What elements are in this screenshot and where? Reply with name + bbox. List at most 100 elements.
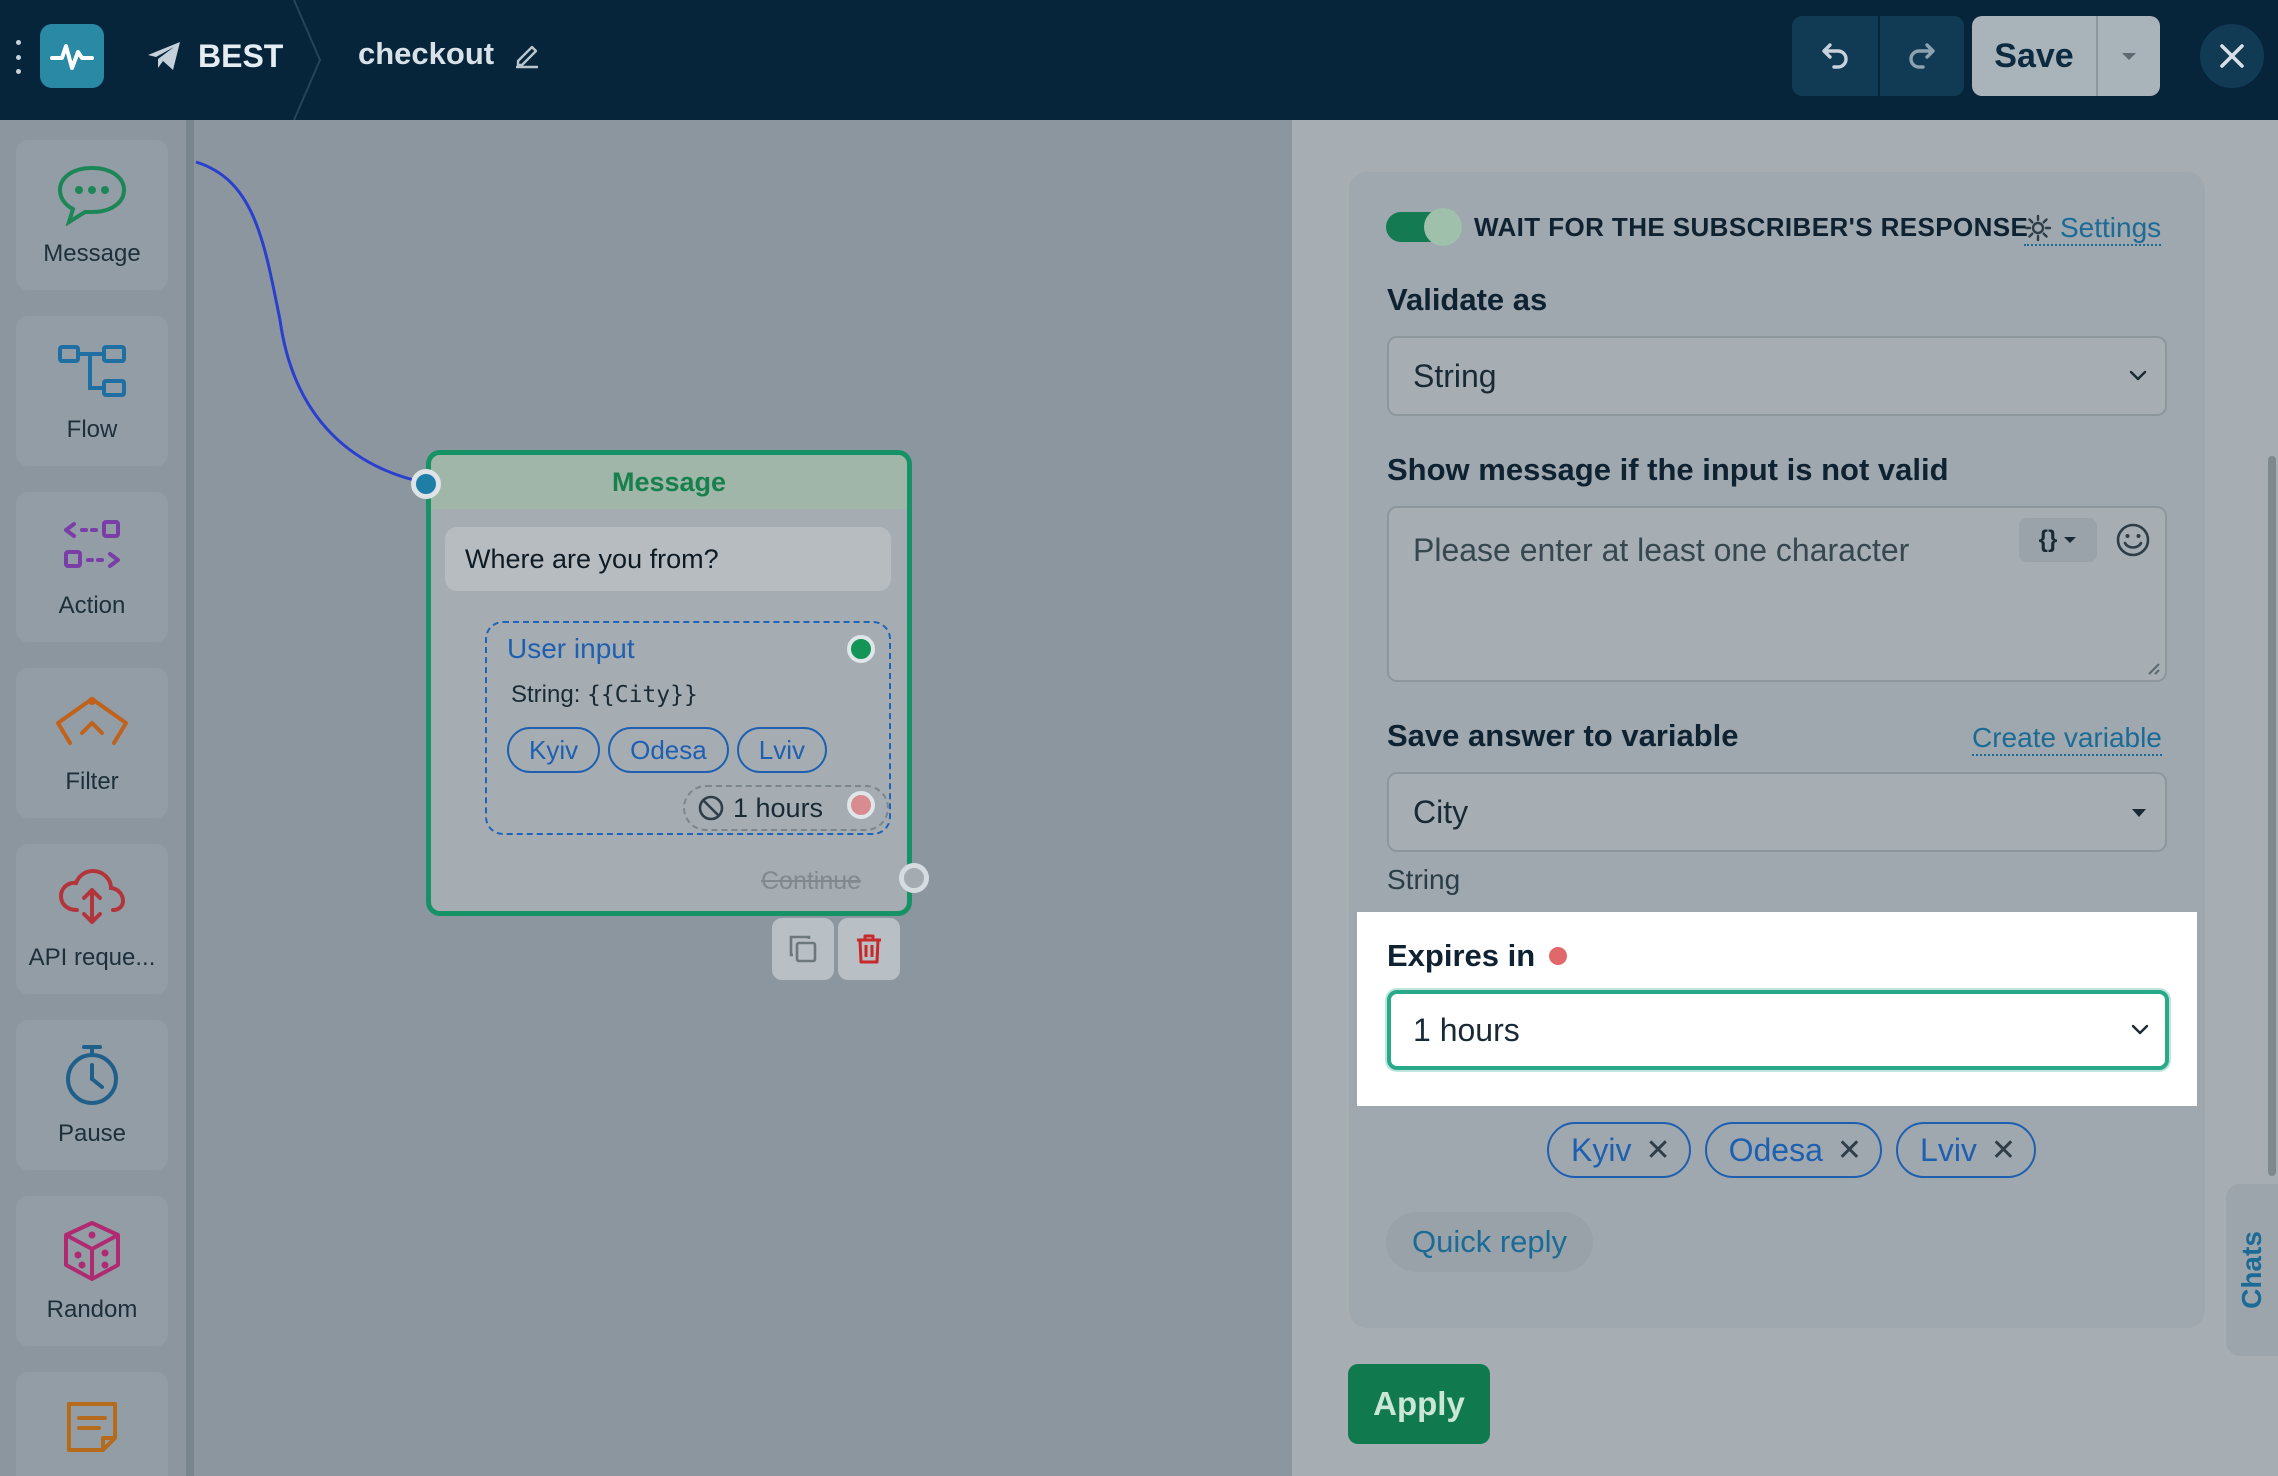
message-node[interactable]: Message Where are you from? User input S… [411,450,929,916]
node-chip-lviv[interactable]: Lviv [736,727,827,773]
save-button[interactable]: Save [1972,16,2096,96]
flow-name: checkout [358,36,495,71]
remove-chip-icon[interactable]: ✕ [1645,1133,1670,1168]
panel-scrollbar[interactable] [2268,456,2276,1176]
user-input-output-port[interactable] [847,635,875,663]
palette-item-label: Filter [65,768,119,795]
save-controls: Save [1972,16,2160,96]
palette-item-flow[interactable]: Flow [16,316,168,466]
duplicate-button[interactable] [772,918,834,980]
note-icon [52,1392,132,1462]
node-chip-odesa[interactable]: Odesa [608,727,729,773]
create-variable-link[interactable]: Create variable [1972,722,2162,756]
save-answer-label: Save answer to variable [1387,718,1739,753]
apply-button[interactable]: Apply [1348,1364,1490,1444]
chip-kyiv[interactable]: Kyiv ✕ [1547,1122,1691,1178]
close-button[interactable] [2200,24,2264,88]
expires-in-value: 1 hours [1413,1011,1520,1048]
resize-handle-icon[interactable] [2145,660,2161,676]
app-logo-icon[interactable] [40,24,104,88]
gear-icon [2024,214,2052,242]
cloud-api-icon [52,864,132,934]
palette-item-note[interactable] [16,1372,168,1476]
node-input-port[interactable] [411,469,441,499]
toggle-knob[interactable] [1424,208,1462,246]
flow-title[interactable]: checkout [358,32,542,76]
expires-in-select[interactable]: 1 hours [1387,990,2169,1070]
chats-tab-label: Chats [2236,1231,2268,1309]
quick-reply-chips: Kyiv ✕ Odesa ✕ Lviv ✕ [1547,1122,2037,1178]
expires-in-label-text: Expires in [1387,938,1536,973]
caret-down-icon [2064,537,2077,543]
flow-icon [52,336,132,406]
chip-lviv[interactable]: Lviv ✕ [1896,1122,2037,1178]
palette-item-message[interactable]: Message [16,140,168,290]
trash-icon [857,934,881,964]
remove-chip-icon[interactable]: ✕ [1991,1133,2016,1168]
insert-variable-label: {} [2038,526,2058,553]
redo-icon [1909,43,1935,69]
chip-odesa[interactable]: Odesa ✕ [1704,1122,1883,1178]
palette-scrollbar[interactable] [186,120,194,1476]
chats-tab[interactable]: Chats [2226,1184,2278,1356]
filter-icon [52,688,132,758]
delete-button[interactable] [838,918,900,980]
redo-button[interactable] [1878,16,1964,96]
palette-item-label: Pause [57,1120,127,1147]
validate-as-value: String [1413,357,1497,394]
settings-link-label: Settings [2060,212,2162,243]
undo-icon [1822,43,1848,69]
caret-down-icon [2132,809,2146,817]
invalid-message-label: Show message if the input is not valid [1387,452,1949,487]
chip-label: Odesa [1728,1131,1823,1168]
palette-item-label: Action [58,592,126,619]
message-text[interactable]: Where are you from? [445,527,891,591]
emoji-icon[interactable] [2115,522,2151,558]
palette-item-pause[interactable]: Pause [16,1020,168,1170]
user-input-variable: String: {{City}} [511,681,698,709]
palette-item-label: Flow [66,416,118,443]
dice-icon [52,1216,132,1286]
variable-type-hint: String [1387,864,1461,895]
user-input-block[interactable]: User input String: {{City}} Kyiv Odesa L… [485,621,891,835]
undo-button[interactable] [1792,16,1878,96]
chevron-down-icon [2129,370,2147,381]
palette-item-label: Random [46,1296,138,1323]
user-input-type: String: [511,681,581,708]
close-icon [2220,44,2244,68]
required-indicator [1549,947,1568,965]
insert-variable-button[interactable]: {} [2019,518,2097,562]
project-breadcrumb[interactable]: BEST [146,34,283,78]
variable-select[interactable]: City [1387,772,2167,852]
remove-chip-icon[interactable]: ✕ [1837,1133,1862,1168]
caret-down-icon [2122,53,2136,60]
validate-as-select[interactable]: String [1387,336,2167,416]
palette-item-filter[interactable]: Filter [16,668,168,818]
invalid-message-textarea[interactable]: Please enter at least one character {} [1387,506,2167,682]
edit-pencil-icon[interactable] [512,39,542,69]
chip-label: Lviv [1920,1131,1977,1168]
save-options-button[interactable] [2096,16,2160,96]
palette-item-api-request[interactable]: API reque... [16,844,168,994]
variable-value: City [1413,793,1469,830]
add-quick-reply-button[interactable]: Quick reply [1386,1212,1594,1272]
history-controls [1792,16,1964,96]
more-menu-icon[interactable] [14,40,22,74]
chip-label: Kyiv [1571,1131,1632,1168]
palette-item-action[interactable]: Action [16,492,168,642]
connection-line [195,160,433,486]
continue-output-port[interactable] [899,863,929,893]
settings-link[interactable]: Settings [2024,212,2162,246]
telegram-icon [148,42,180,70]
wait-response-label: WAIT FOR THE SUBSCRIBER'S RESPONSE [1474,212,2029,242]
palette-item-random[interactable]: Random [16,1196,168,1346]
stopwatch-icon [52,1040,132,1110]
action-icon [52,512,132,582]
flow-canvas[interactable]: Message Where are you from? User input S… [194,120,1292,1476]
expires-in-label: Expires in [1387,938,1568,974]
node-chip-kyiv[interactable]: Kyiv [507,727,601,773]
breadcrumb-separator [293,0,322,120]
node-quick-replies: Kyiv Odesa Lviv [507,727,827,773]
invalid-message-placeholder: Please enter at least one character [1413,532,1910,568]
expire-output-port[interactable] [847,791,875,819]
